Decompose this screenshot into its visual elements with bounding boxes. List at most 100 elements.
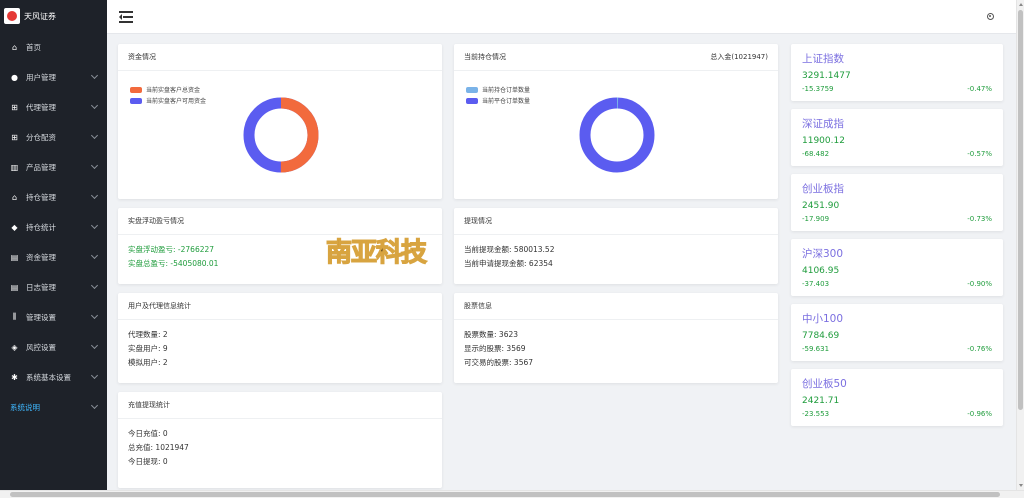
sidebar-item-label: 系统基本设置 [26, 372, 71, 382]
pnl-title: 实盘浮动盈亏情况 [128, 217, 184, 225]
sidebar-item-label: 代理管理 [26, 102, 56, 112]
watermark-logo: 南亚科技 [325, 237, 428, 268]
scrollbar-thumb[interactable] [10, 492, 1000, 497]
sidebar-item[interactable]: ⫼ 管理设置 [0, 302, 107, 332]
database-icon: ▤ [10, 252, 19, 262]
user-menu-icon[interactable] [987, 13, 994, 20]
sidebar-item[interactable]: ✱ 系统基本设置 [0, 362, 107, 392]
funds-legend: 当前实盘客户总资金 当前实盘客户可用资金 [130, 84, 206, 106]
index-price: 2451.90 [802, 201, 840, 211]
legend-item[interactable]: 当前实盘客户总资金 [130, 84, 206, 95]
funds-donut-chart [243, 97, 319, 173]
chevron-down-icon [90, 401, 99, 410]
sidebar-item[interactable]: ▥ 产品管理 [0, 152, 107, 182]
apply-withdraw-row: 当前申请提现金额: 62354 [464, 259, 553, 268]
positions-donut-ring [579, 97, 655, 173]
sidebar-item[interactable]: ▤ 日志管理 [0, 272, 107, 302]
market-index-card[interactable]: 上证指数 3291.1477 -15.3759 -0.47% [791, 44, 1003, 101]
users-title: 用户及代理信息统计 [128, 302, 191, 310]
index-change: -17.909 [802, 215, 830, 223]
funds-title: 资金情况 [128, 53, 156, 61]
cube-icon: ◆ [11, 222, 18, 232]
market-index-card[interactable]: 深证成指 11900.12 -68.482 -0.57% [791, 109, 1003, 166]
chevron-down-icon [90, 371, 99, 380]
svg-text:南亚科技: 南亚科技 [326, 238, 427, 268]
positions-title: 当前持仓情况 [464, 53, 506, 61]
scroll-down-icon[interactable] [1019, 484, 1023, 487]
index-name: 上证指数 [802, 53, 844, 65]
scrollbar-thumb[interactable] [1018, 10, 1023, 410]
chevron-down-icon [90, 101, 99, 110]
chevron-down-icon [90, 71, 99, 80]
org-chart-icon: ⊞ [11, 132, 18, 142]
positions-legend: 当前持仓订单数量 当前平仓订单数量 [466, 84, 530, 106]
sidebar-item[interactable]: ⊞ 分仓配资 [0, 122, 107, 152]
legend-item[interactable]: 当前持仓订单数量 [466, 84, 530, 95]
shield-icon: ◈ [11, 342, 18, 352]
sidebar-item[interactable]: 系统说明 [0, 392, 107, 422]
market-index-card[interactable]: 创业板指 2451.90 -17.909 -0.73% [791, 174, 1003, 231]
sidebar-item-label: 持仓统计 [26, 222, 56, 232]
sidebar-item[interactable]: ▤ 资金管理 [0, 242, 107, 272]
sidebar-item[interactable]: ⌂ 持仓管理 [0, 182, 107, 212]
index-price: 11900.12 [802, 136, 845, 146]
stat-row: 实盘用户: 9 [128, 344, 168, 353]
menu-toggle-icon[interactable] [119, 11, 133, 23]
chevron-down-icon [90, 191, 99, 200]
stocks-title: 股票信息 [464, 302, 492, 310]
sidebar-item-label: 系统说明 [10, 402, 40, 412]
index-change-percent: -0.96% [967, 410, 992, 418]
market-index-card[interactable]: 沪深300 4106.95 -37.403 -0.90% [791, 239, 1003, 296]
stat-row: 总充值: 1021947 [128, 443, 189, 452]
float-pnl-value: -2766227 [177, 245, 215, 254]
chevron-down-icon [90, 281, 99, 290]
stat-row: 今日提现: 0 [128, 457, 168, 466]
index-name: 创业板指 [802, 183, 844, 195]
stat-row: 显示的股票: 3569 [464, 344, 526, 353]
horizontal-scrollbar[interactable] [0, 490, 1024, 498]
withdraw-title: 提现情况 [464, 217, 492, 225]
index-price: 4106.95 [802, 266, 840, 276]
withdraw-card: 提现情况 当前提现金额: 580013.52 当前申请提现金额: 62354 [454, 208, 778, 284]
chevron-down-icon [90, 221, 99, 230]
index-change-percent: -0.76% [967, 345, 992, 353]
sidebar-item-label: 持仓管理 [26, 192, 56, 202]
home-icon: ⌂ [11, 42, 18, 52]
market-index-card[interactable]: 创业板50 2421.71 -23.553 -0.96% [791, 369, 1003, 426]
stat-row: 代理数量: 2 [128, 330, 168, 339]
sidebar-item[interactable]: ◆ 持仓统计 [0, 212, 107, 242]
index-change: -59.631 [802, 345, 830, 353]
index-price: 7784.69 [802, 331, 840, 341]
topbar [107, 0, 1016, 34]
index-change: -68.482 [802, 150, 830, 158]
legend-item[interactable]: 当前平仓订单数量 [466, 95, 530, 106]
index-price: 2421.71 [802, 396, 840, 406]
stat-row: 股票数量: 3623 [464, 330, 519, 339]
chevron-down-icon [90, 341, 99, 350]
legend-item[interactable]: 当前实盘客户可用资金 [130, 95, 206, 106]
gear-icon: ✱ [11, 372, 18, 382]
index-name: 创业板50 [802, 378, 847, 390]
chevron-down-icon [90, 131, 99, 140]
brand-name: 天风证券 [24, 11, 56, 21]
index-name: 中小100 [802, 313, 844, 325]
sidebar-item[interactable]: ⌂ 首页 [0, 32, 107, 62]
stat-row: 今日充值: 0 [128, 429, 168, 438]
sidebar-item[interactable]: ⊞ 代理管理 [0, 92, 107, 122]
brand-logo-icon [4, 8, 20, 24]
market-index-card[interactable]: 中小100 7784.69 -59.631 -0.76% [791, 304, 1003, 361]
index-name: 深证成指 [802, 118, 844, 130]
sidebar-item-label: 用户管理 [26, 72, 56, 82]
chevron-down-icon [90, 251, 99, 260]
vertical-scrollbar[interactable] [1016, 0, 1024, 490]
brand[interactable]: 天风证券 [0, 0, 107, 32]
scroll-up-icon[interactable] [1019, 3, 1023, 6]
sidebar-item-label: 首页 [26, 42, 41, 52]
stat-row: 模拟用户: 2 [128, 358, 168, 367]
index-name: 沪深300 [802, 248, 844, 260]
sidebar-item[interactable]: ● 用户管理 [0, 62, 107, 92]
user-icon: ● [11, 72, 18, 82]
sidebar-item[interactable]: ◈ 风控设置 [0, 332, 107, 362]
current-withdraw-row: 当前提现金额: 580013.52 [464, 245, 555, 254]
index-change: -37.403 [802, 280, 830, 288]
